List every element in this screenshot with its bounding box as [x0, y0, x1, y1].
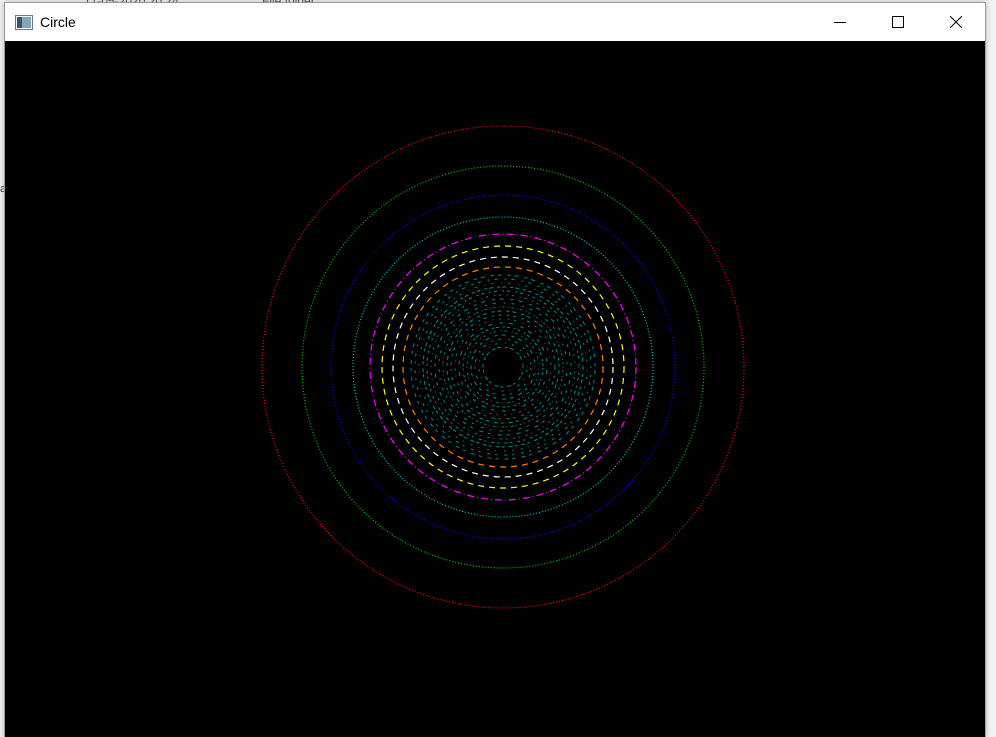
center-hole [487, 351, 519, 383]
window-title: Circle [40, 14, 76, 30]
drawing-canvas[interactable] [5, 41, 985, 737]
maximize-icon [892, 16, 904, 28]
desktop: 17-05-2020 20:24 File folder a Circle [0, 0, 996, 737]
concentric-circles-drawing [261, 125, 745, 609]
app-window-icon[interactable] [15, 14, 33, 30]
circle-window: Circle [4, 2, 986, 737]
close-icon [950, 16, 962, 28]
maximize-button[interactable] [869, 3, 927, 41]
title-bar[interactable]: Circle [5, 3, 985, 41]
minimize-button[interactable] [811, 3, 869, 41]
window-controls [811, 3, 985, 41]
close-button[interactable] [927, 3, 985, 41]
minimize-icon [834, 22, 846, 23]
